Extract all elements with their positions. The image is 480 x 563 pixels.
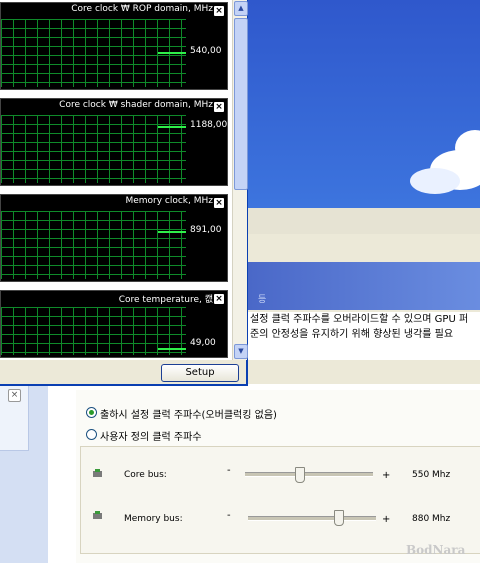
- graph-core-clock-rop: Core clock ₩ ROP domain, MHz × 540,00: [0, 2, 228, 90]
- chip-icon: [92, 463, 104, 477]
- close-icon[interactable]: ×: [214, 102, 224, 112]
- graph-trace: [158, 348, 186, 350]
- core-bus-label: Core bus:: [124, 470, 167, 480]
- graph-trace: [158, 126, 186, 128]
- scroll-down-icon[interactable]: ▼: [234, 344, 248, 359]
- description-text: 설정 클럭 주파수를 오버라이드할 수 있으며 GPU 퍼 준의 안정성을 유지…: [248, 312, 480, 360]
- memory-bus-label: Memory bus:: [124, 514, 183, 524]
- setup-button[interactable]: Setup: [161, 364, 239, 382]
- core-bus-track: [245, 472, 373, 477]
- section-header-bar: 등: [248, 262, 480, 310]
- graph-core-clock-shader: Core clock ₩ shader domain, MHz × 1188,0…: [0, 98, 228, 186]
- graph-trace: [158, 52, 186, 54]
- graph-grid: [1, 211, 186, 279]
- core-bus-plus[interactable]: +: [382, 470, 390, 481]
- background-toolbar: [248, 234, 480, 263]
- graph-trace: [158, 231, 186, 233]
- graph-value: 1188,00: [190, 120, 228, 130]
- memory-bus-value: 880 Mhz: [412, 514, 451, 524]
- memory-bus-plus[interactable]: +: [382, 514, 390, 525]
- radio-custom-clock[interactable]: [86, 429, 97, 440]
- memory-bus-slider-thumb[interactable]: [334, 510, 344, 526]
- close-icon[interactable]: ×: [214, 294, 224, 304]
- radio-custom-clock-label[interactable]: 사용자 정의 클럭 주파수: [100, 428, 202, 443]
- close-icon[interactable]: ×: [8, 389, 21, 402]
- radio-factory-clock[interactable]: [86, 407, 97, 418]
- close-icon[interactable]: ×: [214, 6, 224, 16]
- scroll-up-icon[interactable]: ▲: [234, 1, 248, 16]
- description-line: 설정 클럭 주파수를 오버라이드할 수 있으며 GPU 퍼: [250, 314, 469, 325]
- section-header-label: 등: [258, 295, 267, 305]
- scrollbar-thumb[interactable]: [234, 18, 248, 190]
- graph-value: 540,00: [190, 46, 222, 56]
- memory-bus-track: [248, 516, 376, 521]
- background-toolbar: [248, 208, 480, 235]
- graph-value: 891,00: [190, 225, 222, 235]
- graph-title: Memory clock, MHz: [125, 196, 213, 206]
- watermark: BodNara: [406, 543, 466, 557]
- graph-value: 49,00: [190, 338, 216, 348]
- graph-memory-clock: Memory clock, MHz × 891,00: [0, 194, 228, 282]
- graph-title: Core clock ₩ shader domain, MHz: [59, 100, 213, 110]
- radio-factory-clock-label[interactable]: 출하시 설정 클럭 주파수(오버클럭킹 없음): [100, 406, 277, 421]
- core-bus-minus[interactable]: -: [227, 465, 231, 476]
- graph-title: Core temperature, 캢: [118, 295, 213, 305]
- core-bus-slider-thumb[interactable]: [295, 467, 305, 483]
- graph-core-temperature: Core temperature, 캢 × 49,00: [0, 290, 228, 358]
- memory-bus-minus[interactable]: -: [227, 510, 231, 521]
- core-bus-value: 550 Mhz: [412, 470, 451, 480]
- chip-icon: [92, 505, 104, 519]
- vertical-scrollbar[interactable]: ▲ ▼: [232, 0, 248, 360]
- close-icon[interactable]: ×: [214, 198, 224, 208]
- graph-title: Core clock ₩ ROP domain, MHz: [71, 4, 213, 14]
- cloud: [410, 168, 460, 194]
- bus-settings-box: [80, 446, 480, 554]
- description-line: 준의 안정성을 유지하기 위해 향상된 냉각를 필요: [250, 329, 454, 340]
